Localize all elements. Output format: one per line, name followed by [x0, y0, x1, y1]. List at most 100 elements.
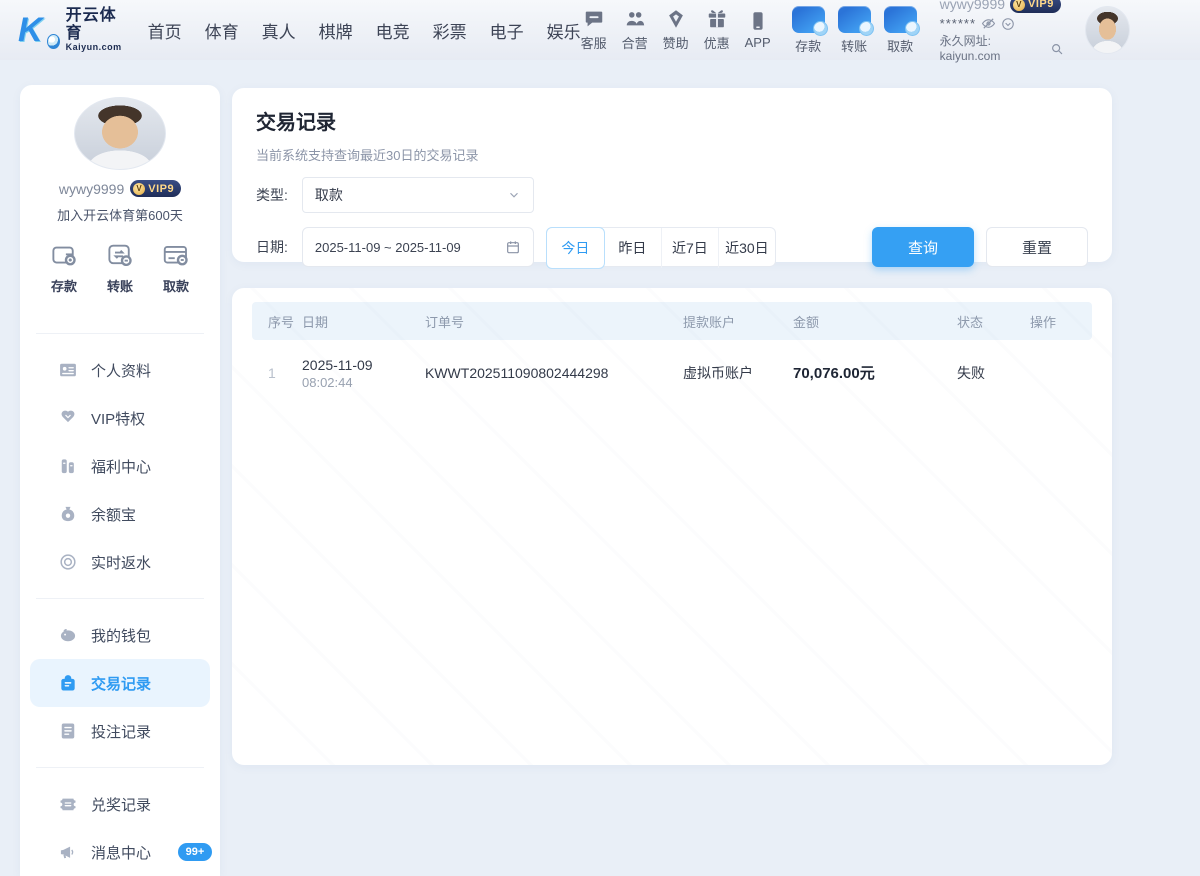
sidebar-item-profile[interactable]: 个人资料	[20, 346, 220, 394]
sidebar-withdraw-label: 取款	[163, 276, 189, 295]
reset-button[interactable]: 重置	[986, 227, 1088, 267]
sidebar-item-bets[interactable]: 投注记录	[20, 707, 220, 755]
user-summary: wywy9999 V VIP9 ****** 永久网址: kaiyun.com	[940, 0, 1065, 64]
sidebar-transfer-label: 转账	[107, 276, 133, 295]
promotions-link[interactable]: 优惠	[704, 8, 730, 52]
range-yesterday-button[interactable]: 昨日	[604, 228, 661, 268]
divider	[36, 333, 204, 334]
page-title: 交易记录	[256, 106, 1088, 135]
divider	[36, 767, 204, 768]
transaction-record-icon	[58, 673, 78, 693]
sidebar-item-vip[interactable]: VIP特权	[20, 394, 220, 442]
bank-card-icon	[161, 240, 191, 270]
brand-logo[interactable]: K 开云体育 Kaiyun.com	[18, 7, 124, 52]
profile-vip-badge: V VIP9	[130, 180, 181, 197]
sidebar-deposit-label: 存款	[51, 276, 77, 295]
transaction-filter-card: 交易记录 当前系统支持查询最近30日的交易记录 类型: 取款 日期: 2025-…	[232, 88, 1112, 262]
col-header-status: 状态	[957, 312, 1030, 331]
nav-boardgames[interactable]: 棋牌	[319, 18, 353, 43]
profile-username: wywy9999	[59, 181, 124, 197]
sidebar-item-label: 余额宝	[91, 504, 136, 525]
nav-live[interactable]: 真人	[262, 18, 296, 43]
type-filter-row: 类型: 取款	[256, 177, 1088, 213]
wallet-icon	[49, 240, 79, 270]
sidebar-item-label: 消息中心	[91, 842, 151, 863]
transfer-arrows-icon	[105, 240, 135, 270]
range-30days-button[interactable]: 近30日	[718, 228, 775, 268]
transaction-table-card: 序号 日期 订单号 提款账户 金额 状态 操作 1 2025-11-09 08:…	[232, 288, 1112, 765]
range-7days-button[interactable]: 近7日	[661, 228, 718, 268]
piggy-bank-icon	[58, 625, 78, 645]
nav-entertainment[interactable]: 娱乐	[547, 18, 581, 43]
sponsor-link[interactable]: 赞助	[663, 8, 689, 52]
sidebar-item-yuebao[interactable]: 余额宝	[20, 490, 220, 538]
ticket-icon	[58, 794, 78, 814]
nav-sports[interactable]: 体育	[205, 18, 239, 43]
type-label: 类型:	[256, 185, 288, 205]
sidebar-quick-actions: 存款 转账 取款	[20, 240, 220, 295]
chevron-down-icon	[507, 188, 521, 202]
sidebar-item-label: 个人资料	[91, 360, 151, 381]
type-select[interactable]: 取款	[302, 177, 534, 213]
customer-service-label: 客服	[581, 33, 607, 52]
masked-balance: ******	[940, 16, 976, 32]
welfare-gift-icon	[58, 456, 78, 476]
nav-esports[interactable]: 电竞	[376, 18, 410, 43]
deposit-shortcut[interactable]: 存款	[792, 6, 825, 55]
sidebar-item-label: 投注记录	[91, 721, 151, 742]
sidebar-withdraw-action[interactable]: 取款	[148, 240, 204, 295]
join-days-text: 加入开云体育第600天	[57, 205, 183, 224]
withdraw-shortcut[interactable]: 取款	[884, 6, 917, 55]
eye-off-icon[interactable]	[981, 16, 996, 31]
profile-avatar[interactable]	[74, 97, 166, 170]
id-card-icon	[58, 360, 78, 380]
sidebar-item-welfare[interactable]: 福利中心	[20, 442, 220, 490]
page-subtitle: 当前系统支持查询最近30日的交易记录	[256, 145, 1088, 164]
transfer-label: 转账	[841, 36, 867, 55]
row-datetime: 2025-11-09 08:02:44	[302, 355, 425, 390]
date-filter-row: 日期: 2025-11-09 ~ 2025-11-09 今日 昨日 近7日 近3…	[256, 227, 1088, 267]
date-quick-ranges: 今日 昨日 近7日 近30日	[546, 227, 776, 267]
app-download-link[interactable]: APP	[745, 10, 771, 50]
calendar-icon	[505, 239, 521, 255]
table-header: 序号 日期 订单号 提款账户 金额 状态 操作	[252, 302, 1092, 340]
sidebar-transfer-action[interactable]: 转账	[92, 240, 148, 295]
sidebar-item-label: 兑奖记录	[91, 794, 151, 815]
partners-link[interactable]: 合营	[622, 8, 648, 52]
nav-lottery[interactable]: 彩票	[433, 18, 467, 43]
magnifier-icon[interactable]	[1050, 42, 1064, 56]
user-avatar[interactable]	[1085, 6, 1130, 54]
sidebar-item-label: VIP特权	[91, 408, 145, 429]
rebate-icon	[58, 552, 78, 572]
row-time: 08:02:44	[302, 375, 419, 390]
sidebar-item-prizes[interactable]: 兑奖记录	[20, 780, 220, 828]
sidebar-item-messages[interactable]: 消息中心 99+	[20, 828, 220, 876]
range-today-button[interactable]: 今日	[546, 227, 605, 269]
col-header-action: 操作	[1030, 312, 1092, 331]
deposit-label: 存款	[795, 36, 821, 55]
megaphone-icon	[58, 842, 78, 862]
phone-icon	[747, 10, 769, 32]
vip-shield-icon: V	[1013, 0, 1025, 11]
sidebar-item-transactions[interactable]: 交易记录	[30, 659, 210, 707]
date-range-input[interactable]: 2025-11-09 ~ 2025-11-09	[302, 227, 534, 267]
sidebar-item-label: 我的钱包	[91, 625, 151, 646]
sidebar-item-rebate[interactable]: 实时返水	[20, 538, 220, 586]
row-order-no: KWWT202511090802444298	[425, 365, 683, 381]
row-account: 虚拟币账户	[683, 363, 793, 383]
col-header-amount: 金额	[793, 312, 957, 331]
search-button[interactable]: 查询	[872, 227, 974, 267]
profile-sidebar: wywy9999 V VIP9 加入开云体育第600天 存款 转账 取款	[20, 85, 220, 876]
nav-home[interactable]: 首页	[148, 18, 182, 43]
partners-label: 合营	[622, 33, 648, 52]
brand-domain: Kaiyun.com	[66, 43, 124, 53]
sidebar-deposit-action[interactable]: 存款	[36, 240, 92, 295]
customer-service-link[interactable]: 客服	[581, 8, 607, 52]
chevron-circle-icon[interactable]	[1001, 17, 1015, 31]
sidebar-item-wallet[interactable]: 我的钱包	[20, 611, 220, 659]
main-nav: 首页 体育 真人 棋牌 电竞 彩票 电子 娱乐	[148, 18, 581, 43]
transfer-shortcut[interactable]: 转账	[838, 6, 871, 55]
nav-slots[interactable]: 电子	[490, 18, 524, 43]
top-header: K 开云体育 Kaiyun.com 首页 体育 真人 棋牌 电竞 彩票 电子 娱…	[0, 0, 1200, 60]
deposit-card-icon	[792, 6, 825, 33]
